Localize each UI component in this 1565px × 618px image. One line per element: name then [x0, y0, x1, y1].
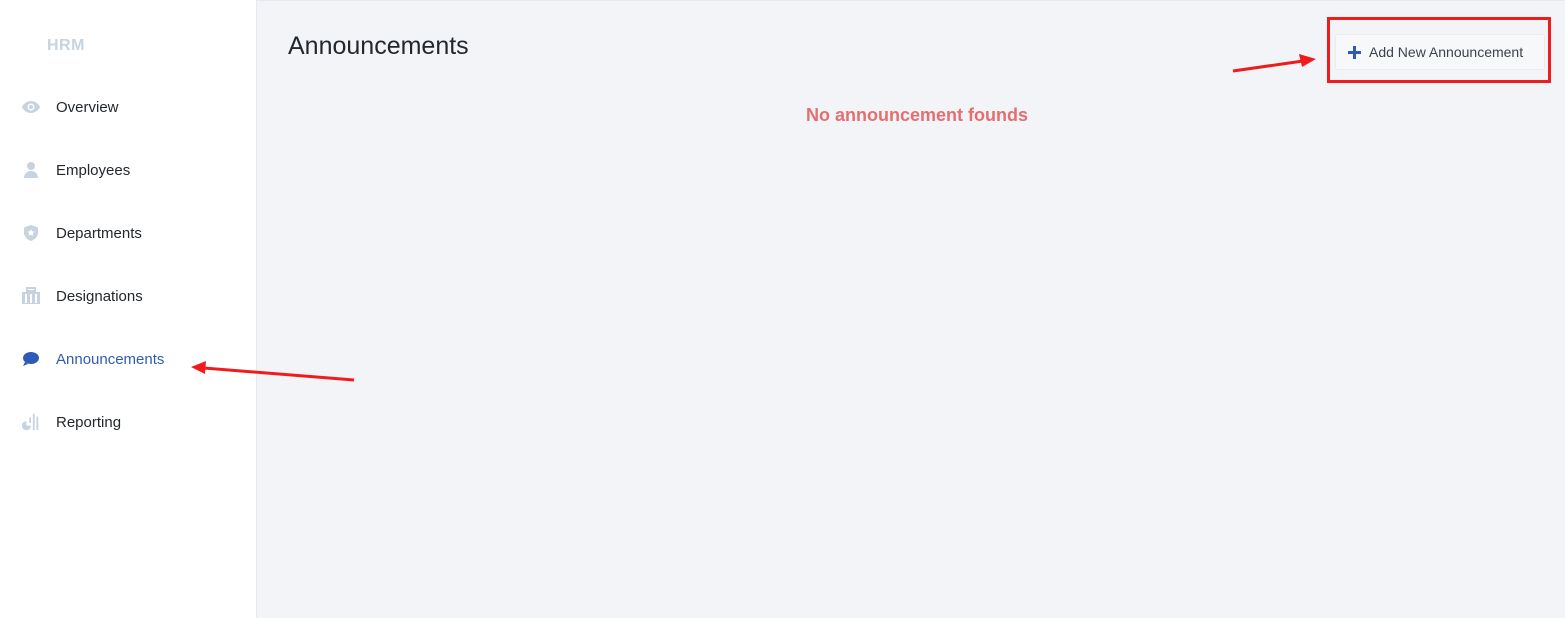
main-content: Announcements Add New Announcement No an… — [257, 0, 1565, 618]
sidebar: HRM Overview Employees Departments Desig… — [0, 0, 257, 618]
page-title: Announcements — [288, 32, 469, 60]
speech-bubble-icon — [21, 349, 41, 369]
empty-state-message: No announcement founds — [806, 105, 1028, 125]
brand-logo[interactable]: HRM — [47, 37, 85, 55]
add-announcement-label: Add New Announcement — [1369, 44, 1524, 60]
sidebar-item-label: Announcements — [56, 350, 165, 368]
sidebar-item-reporting[interactable]: Reporting — [0, 402, 256, 442]
sidebar-item-employees[interactable]: Employees — [0, 150, 256, 190]
add-announcement-button[interactable]: Add New Announcement — [1335, 34, 1545, 70]
sidebar-item-label: Overview — [56, 98, 119, 116]
eye-icon — [21, 97, 41, 117]
sidebar-item-announcements[interactable]: Announcements — [0, 339, 256, 379]
bar-pie-chart-icon — [21, 412, 41, 432]
sidebar-item-label: Employees — [56, 161, 131, 179]
sidebar-item-label: Reporting — [56, 413, 122, 431]
sidebar-item-label: Designations — [56, 287, 143, 305]
plus-icon — [1348, 45, 1361, 59]
sidebar-item-overview[interactable]: Overview — [0, 87, 256, 127]
user-icon — [21, 160, 41, 180]
building-icon — [21, 286, 41, 306]
sidebar-item-label: Departments — [56, 224, 142, 242]
shield-star-icon — [21, 223, 41, 243]
sidebar-item-departments[interactable]: Departments — [0, 213, 256, 253]
sidebar-item-designations[interactable]: Designations — [0, 276, 256, 316]
